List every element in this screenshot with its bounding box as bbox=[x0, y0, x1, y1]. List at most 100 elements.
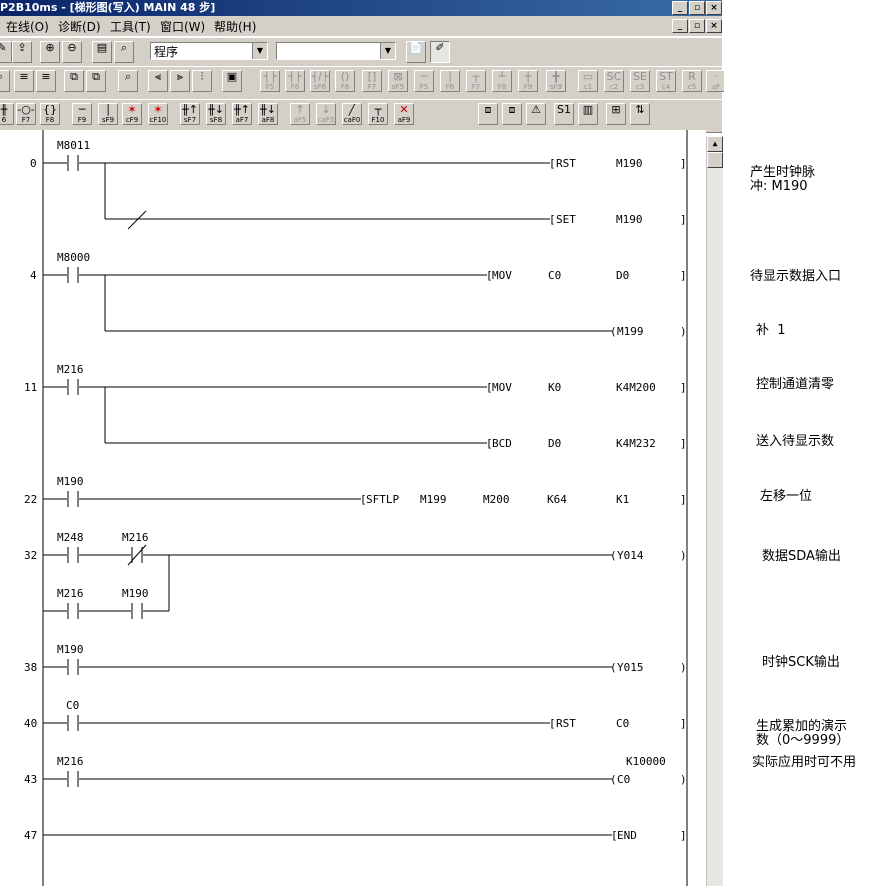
inst-button[interactable]: [] F7 bbox=[362, 70, 382, 92]
tool-b-icon[interactable]: ⧈ bbox=[502, 103, 522, 125]
contact-label: M216 bbox=[57, 755, 84, 768]
normally-open-contact[interactable] bbox=[43, 267, 487, 283]
chevron-down-icon[interactable]: ▼ bbox=[252, 43, 267, 59]
sort-icon[interactable]: ⇅ bbox=[630, 103, 650, 125]
normally-open-contact[interactable] bbox=[43, 379, 487, 395]
delete-hline-button[interactable]: ┬ F7 bbox=[466, 70, 486, 92]
vline-button[interactable]: │ F6 bbox=[440, 70, 460, 92]
convert-icon[interactable]: ⧉ bbox=[64, 70, 84, 92]
line-write-button[interactable]: ┼ F9 bbox=[518, 70, 538, 92]
contact-parallel-button[interactable]: ┤├ F6 bbox=[285, 70, 305, 92]
normally-open-contact[interactable] bbox=[43, 547, 131, 563]
transfer-icon[interactable]: ⇪ bbox=[12, 41, 32, 63]
hline-f9-button[interactable]: ─ F9 bbox=[72, 103, 92, 125]
key-6-button[interactable]: ╫ 6 bbox=[0, 103, 14, 125]
scroll-thumb[interactable] bbox=[707, 152, 723, 168]
svg-text:]: ] bbox=[680, 269, 687, 282]
normally-open-contact[interactable] bbox=[43, 659, 612, 675]
convert-all-icon[interactable]: ⧉ bbox=[86, 70, 106, 92]
normally-open-contact[interactable] bbox=[43, 603, 131, 619]
doc-minimize-button[interactable]: _ bbox=[672, 19, 688, 33]
tool-a-icon[interactable]: ⧈ bbox=[478, 103, 498, 125]
delete-hline-cf9-button[interactable]: ✶ cF9 bbox=[122, 103, 142, 125]
svg-text:K4M200: K4M200 bbox=[616, 381, 656, 394]
normally-open-contact[interactable] bbox=[43, 771, 612, 787]
comment-select[interactable]: ▼ bbox=[276, 42, 396, 60]
grid-icon[interactable]: ⊞ bbox=[606, 103, 626, 125]
caf0-button[interactable]: ╱ caF0 bbox=[342, 103, 362, 125]
caf5-button[interactable]: ↓ caF5 bbox=[316, 103, 336, 125]
step-number: 47 bbox=[24, 829, 37, 842]
af5-button[interactable]: ↑ aF5 bbox=[290, 103, 310, 125]
new-icon[interactable]: ✎ bbox=[0, 41, 12, 63]
inst-f8-button[interactable]: {} F8 bbox=[40, 103, 60, 125]
delete-vline-button[interactable]: ┴ F8 bbox=[492, 70, 512, 92]
find-icon[interactable]: ⌕ bbox=[114, 41, 134, 63]
falling-par-af8-button[interactable]: ╫↓ aF8 bbox=[258, 103, 278, 125]
af9-button[interactable]: ✕ aF9 bbox=[394, 103, 414, 125]
rising-par-af7-button[interactable]: ╫↑ aF7 bbox=[232, 103, 252, 125]
rising-button[interactable]: ⊠ sF5 bbox=[388, 70, 408, 92]
monitor-icon[interactable]: ▤ bbox=[92, 41, 112, 63]
coil-f7-button[interactable]: -○- F7 bbox=[16, 103, 36, 125]
rising-sf7-button[interactable]: ╫↑ sF7 bbox=[180, 103, 200, 125]
error-icon[interactable]: ⚠ bbox=[526, 103, 546, 125]
normally-closed-contact[interactable] bbox=[127, 544, 612, 566]
comment-c3-button[interactable]: SE c3 bbox=[630, 70, 650, 92]
ladder-edit-toolbar: ⌕ ≡ ≡ ⧉ ⧉ ⌕ ⫷ ⫸ ⫶ ▣ ┤├F5 ┤├F6 ┤/├sF6 ()F… bbox=[0, 66, 726, 100]
vline-sf9-button[interactable]: │ sF9 bbox=[98, 103, 118, 125]
coil-button[interactable]: () F8 bbox=[335, 70, 355, 92]
comment-c4-button[interactable]: ST c4 bbox=[656, 70, 676, 92]
display-icon[interactable]: ▣ bbox=[222, 70, 242, 92]
delete-vline-cf10-button[interactable]: ✶ cF10 bbox=[148, 103, 168, 125]
step-number: 22 bbox=[24, 493, 37, 506]
doc-restore-button[interactable]: ▫ bbox=[689, 19, 705, 33]
menu-window[interactable]: 窗口(W) bbox=[158, 18, 207, 35]
search-icon[interactable]: ⌕ bbox=[118, 70, 138, 92]
vertical-scrollbar[interactable]: ▲ bbox=[706, 136, 723, 886]
contact-label: M8011 bbox=[57, 139, 90, 152]
comment-c2-button[interactable]: SC c2 bbox=[604, 70, 624, 92]
zoom-out-icon[interactable]: ⊖ bbox=[62, 41, 82, 63]
program-select[interactable]: 程序 ▼ bbox=[150, 42, 268, 60]
step-icon[interactable]: S1 bbox=[554, 103, 574, 125]
device-list3-icon[interactable]: ⫶ bbox=[192, 70, 212, 92]
edit-icon[interactable]: ⌕ bbox=[0, 70, 10, 92]
delete-row-icon[interactable]: ≡ bbox=[36, 70, 56, 92]
contact-no-button[interactable]: ┤├ F5 bbox=[260, 70, 280, 92]
device-list2-icon[interactable]: ⫸ bbox=[170, 70, 190, 92]
insert-row-icon[interactable]: ≡ bbox=[14, 70, 34, 92]
scroll-up-icon[interactable]: ▲ bbox=[707, 136, 723, 152]
svg-text:BCD: BCD bbox=[492, 437, 512, 450]
normally-open-contact[interactable] bbox=[43, 491, 361, 507]
menu-online[interactable]: 在线(O) bbox=[4, 18, 51, 35]
program-select-value: 程序 bbox=[154, 45, 179, 59]
ladder-canvas[interactable]: 0 M8011 [RST M190] [SET M190] 4 M8000 [MOV… bbox=[0, 130, 706, 886]
hline-button[interactable]: ─ F5 bbox=[414, 70, 434, 92]
normally-open-contact[interactable] bbox=[43, 715, 550, 731]
doc-close-button[interactable]: × bbox=[706, 19, 722, 33]
menu-tools[interactable]: 工具(T) bbox=[108, 18, 153, 35]
menu-diagnose[interactable]: 诊断(D) bbox=[56, 18, 103, 35]
contact-nc-parallel-button[interactable]: ┤/├ sF6 bbox=[310, 70, 330, 92]
write-mode-icon[interactable]: ✐ bbox=[430, 41, 450, 63]
normally-open-contact[interactable] bbox=[131, 603, 169, 619]
block-icon[interactable]: ▥ bbox=[578, 103, 598, 125]
close-button[interactable]: × bbox=[706, 1, 722, 15]
falling-sf8-button[interactable]: ╫↓ sF8 bbox=[206, 103, 226, 125]
comment-c1-button[interactable]: ▭ c1 bbox=[578, 70, 598, 92]
menu-help[interactable]: 帮助(H) bbox=[212, 18, 258, 35]
comment-af-button[interactable]: · aF bbox=[706, 70, 726, 92]
restore-button[interactable]: ▫ bbox=[689, 1, 705, 15]
zoom-in-icon[interactable]: ⊕ bbox=[40, 41, 60, 63]
chevron-down-icon[interactable]: ▼ bbox=[380, 43, 395, 59]
read-mode-icon[interactable]: 📄 bbox=[406, 41, 426, 63]
instruction-op: SET bbox=[556, 213, 576, 226]
device-list-icon[interactable]: ⫷ bbox=[148, 70, 168, 92]
minimize-button[interactable]: _ bbox=[672, 1, 688, 15]
line-delete-button[interactable]: ╋ sF9 bbox=[546, 70, 566, 92]
normally-open-contact[interactable] bbox=[43, 155, 550, 171]
f10-button[interactable]: ┬ F10 bbox=[368, 103, 388, 125]
comment-c5-button[interactable]: Rc5 bbox=[682, 70, 702, 92]
bracket-close: ] bbox=[680, 157, 687, 170]
